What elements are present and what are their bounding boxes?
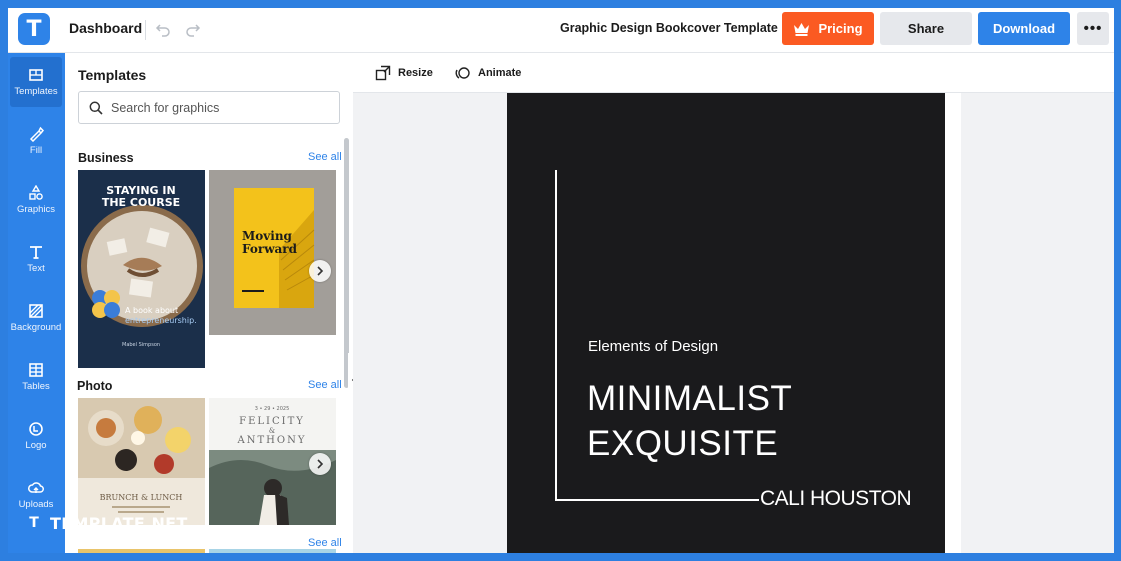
template-thumb-partial[interactable] [209, 549, 336, 553]
pricing-button[interactable]: Pricing [782, 12, 874, 45]
thumb-title: BRUNCH & LUNCH [100, 493, 183, 502]
resize-label: Resize [398, 67, 433, 79]
animate-button[interactable]: Animate [455, 65, 521, 81]
thumb-date: 3 • 29 • 2025 [255, 406, 290, 412]
panel-scrollbar[interactable] [344, 138, 349, 388]
see-all-photo-link[interactable]: See all [308, 379, 342, 391]
carousel-next-button[interactable] [309, 453, 331, 475]
rail-item-logo[interactable]: Logo [10, 411, 62, 461]
thumb-title-line2: Forward [242, 242, 298, 256]
watermark: T TEMPLATE.NET [24, 513, 188, 533]
rail-item-graphics[interactable]: Graphics [10, 175, 62, 225]
carousel-next-button[interactable] [309, 260, 331, 282]
template-thumb-staying-course[interactable]: STAYING IN THE COURSE A book about entre… [78, 170, 205, 368]
divider [145, 20, 146, 40]
see-all-link[interactable]: See all [308, 537, 342, 549]
rail-label: Background [10, 322, 62, 333]
rail-label: Text [27, 263, 45, 274]
templates-panel: Templates Business See all STAYIN [65, 53, 353, 553]
panel-title: Templates [78, 67, 147, 83]
download-button[interactable]: Download [978, 12, 1070, 45]
thumb-tagline-line2: entrepreneurship. [125, 316, 197, 325]
thumb-tagline-line1: A book about [125, 306, 178, 315]
app-logo[interactable]: T [18, 13, 50, 45]
rail-label: Tables [22, 381, 50, 392]
cover-subtitle[interactable]: Elements of Design [588, 338, 718, 355]
thumb-artwork: STAYING IN THE COURSE A book about entre… [78, 170, 205, 368]
rail-label: Templates [14, 86, 58, 97]
watermark-logo: T [24, 513, 44, 533]
cover-main-title[interactable]: MINIMALIST EXQUISITE [587, 376, 792, 466]
rail-label: Fill [29, 145, 43, 156]
crown-icon [794, 22, 810, 36]
logo-icon [29, 422, 43, 436]
app-window: T Dashboard Graphic Design Bookcover Tem… [8, 8, 1114, 553]
document-title[interactable]: Graphic Design Bookcover Template [560, 21, 778, 35]
dashboard-link[interactable]: Dashboard [69, 20, 142, 36]
chevron-right-icon [317, 459, 324, 469]
more-options-button[interactable]: ••• [1077, 12, 1109, 45]
see-all-business-link[interactable]: See all [308, 151, 342, 163]
template-thumb-moving-forward[interactable]: Moving Forward [209, 170, 336, 335]
thumb-title-line2: THE COURSE [102, 196, 180, 209]
templates-icon [29, 69, 43, 81]
share-button[interactable]: Share [880, 12, 972, 45]
resize-button[interactable]: Resize [375, 65, 433, 81]
rail-label: Graphics [16, 204, 55, 215]
book-cover-canvas[interactable]: Elements of Design MINIMALIST EXQUISITE … [507, 93, 945, 553]
search-input[interactable] [111, 100, 331, 115]
thumb-author: Mabel Simpson [122, 342, 160, 348]
resize-icon [375, 65, 391, 81]
thumb-artwork: BRUNCH & LUNCH [78, 398, 205, 525]
animate-label: Animate [478, 67, 522, 79]
search-icon [89, 101, 103, 115]
undo-icon [155, 24, 170, 37]
template-thumb-felicity-anthony[interactable]: 3 • 29 • 2025 FELICITY & ANTHONY [209, 398, 336, 525]
graphics-icon [29, 185, 43, 200]
thumb-artwork: Moving Forward [209, 170, 336, 335]
cover-horizontal-line[interactable] [555, 499, 759, 501]
search-box[interactable] [78, 91, 340, 124]
thumb-name1: FELICITY [239, 416, 305, 427]
fill-icon [29, 126, 44, 142]
cover-title-line2: EXQUISITE [587, 424, 779, 463]
section-title-business: Business [78, 151, 134, 165]
cover-author[interactable]: CALI HOUSTON [760, 487, 912, 511]
animate-icon [455, 67, 470, 79]
chevron-right-icon [317, 266, 324, 276]
rail-item-templates[interactable]: Templates [10, 57, 62, 107]
thumb-name2: ANTHONY [237, 435, 307, 446]
canvas-workspace: Resize Animate Elements of Design MINIMA… [353, 53, 1114, 553]
thumb-amp: & [269, 427, 275, 435]
rail-item-text[interactable]: Text [10, 234, 62, 284]
background-icon [29, 304, 43, 318]
section-title-photo: Photo [77, 379, 113, 393]
tables-icon [29, 363, 43, 377]
rail-label: Uploads [18, 499, 54, 510]
rail-label: Logo [25, 440, 47, 451]
rail-item-fill[interactable]: Fill [10, 116, 62, 166]
canvas-toolbar: Resize Animate [353, 53, 1114, 93]
top-bar: T Dashboard Graphic Design Bookcover Tem… [8, 8, 1114, 53]
undo-button[interactable] [152, 18, 174, 40]
left-tool-rail: Templates Fill Graphics Text Background … [8, 53, 65, 553]
pricing-label: Pricing [818, 21, 863, 36]
text-icon [30, 246, 42, 259]
rail-item-tables[interactable]: Tables [10, 352, 62, 402]
watermark-text: TEMPLATE.NET [50, 513, 188, 533]
template-thumb-partial[interactable] [78, 549, 205, 553]
cover-title-line1: MINIMALIST [587, 379, 793, 418]
cover-vertical-line[interactable] [555, 170, 557, 501]
redo-icon [186, 24, 201, 37]
template-thumb-brunch-lunch[interactable]: BRUNCH & LUNCH [78, 398, 205, 525]
rail-item-background[interactable]: Background [10, 293, 62, 343]
uploads-icon [28, 482, 44, 493]
thumb-title-line1: Moving [242, 229, 293, 243]
redo-button[interactable] [182, 18, 204, 40]
